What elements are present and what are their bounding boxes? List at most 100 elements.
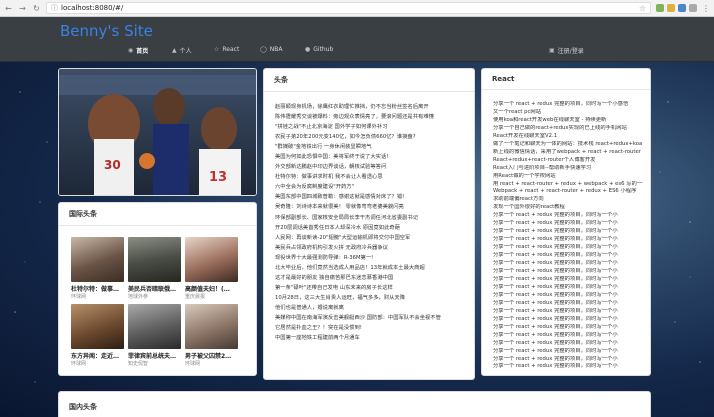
news-card-title: 菲律宾前总统夫…	[128, 353, 177, 360]
react-article-link[interactable]: 新上线的微信情话，采用了webpack + react + react-rout…	[493, 149, 643, 157]
react-article-link[interactable]: 分享一个 react + redux 完整的项目，同时写一个小	[493, 324, 643, 332]
headline-link[interactable]: 美媒称中国在南海军演反击美舰艇西沙 国防部：中国军队不会坐视不管	[275, 313, 464, 323]
bookmark-star-icon[interactable]: ☆	[639, 4, 646, 13]
extension-icon[interactable]	[656, 4, 664, 12]
page-info-icon[interactable]: ⓘ	[51, 3, 58, 13]
headline-link[interactable]: 环保部副部长、国家核安全局局长李干杰调任河北省委副书记	[275, 213, 464, 223]
react-article-link[interactable]: 分享一个 react + redux 完整的项目，同时写一个小	[493, 348, 643, 356]
react-article-link[interactable]: 分享一个 react + redux 完整的项目，同时写一个小	[493, 284, 643, 292]
headline-link[interactable]: 陈伟霆耀秀交谈被爆料：旁边观众表情亮了，要滚问题还是共有难懂	[275, 112, 464, 122]
intl-news-title: 国际头条	[59, 203, 256, 226]
nav-personal[interactable]: ▲ 个人	[172, 46, 192, 55]
news-card[interactable]: 杜特尔特：做事… 环球网	[71, 237, 125, 300]
react-article-link[interactable]: 分享一个 react + redux 完整的项目，同时写一个小	[493, 268, 643, 276]
news-card-source: 地球外参	[128, 294, 149, 300]
headline-link[interactable]: 他们也是普通人，婚说离就离	[275, 303, 464, 313]
react-article-link[interactable]: 用 react + react-router + redux + webpack…	[493, 181, 643, 189]
headline-link[interactable]: 赵丽颖现身机场，徐鹰红衣助理忙推挡，仍不忘当粉丝签名后离开	[275, 102, 464, 112]
react-article-link[interactable]: 分享一个 react + redux 完整的项目，同时写一个小	[493, 292, 643, 300]
headline-link[interactable]: 杜特尔特：做事讲求时机 我不会让人看透心思	[275, 172, 464, 182]
react-article-link[interactable]: 求助前端偏react方向	[493, 196, 643, 204]
headline-link[interactable]: 这才是最好的朋友 独自痛苦那巴东迷恋慕香港中国	[275, 273, 464, 283]
nav-nba[interactable]: ◯ NBA	[260, 46, 282, 53]
react-article-link[interactable]: 分享一个 react + redux 完整的项目，同时写一个小	[493, 316, 643, 324]
nav-react[interactable]: ☆ React	[214, 46, 239, 53]
extension-icon[interactable]	[667, 4, 675, 12]
react-article-link[interactable]: 分享一个 react + redux 完整的项目，同时写一个小	[493, 220, 643, 228]
react-article-link[interactable]: 发现一个国外很好的react教程	[493, 204, 643, 212]
browser-menu-icon[interactable]: ⋮	[702, 4, 710, 13]
headline-link[interactable]: 它居然是扑血之王？！突在是没惯到!	[275, 323, 464, 333]
news-card[interactable]: 美民兵否暗联俄… 地球外参	[128, 237, 182, 300]
react-article-link[interactable]: 分享一个 react + redux 完整的项目，同时写一个小感悟	[493, 101, 643, 109]
headline-link[interactable]: 美国东部中国四城致普勒：感谢这就是感情对床了？错!	[275, 192, 464, 202]
headline-link[interactable]: 现役世界十大最强测防导弹：R-36M第一!	[275, 253, 464, 263]
react-article-link[interactable]: 分享一个 react + redux 完整的项目，同时写一个小	[493, 228, 643, 236]
nav-github[interactable]: ● Github	[305, 46, 333, 53]
news-thumbnail	[185, 237, 238, 282]
headline-link[interactable]: 第一条"碌叶"还带自己发电 山东未来的房子长这样	[275, 283, 464, 293]
react-article-link[interactable]: 分享一个 react + redux 完整的项目，同时写一个小	[493, 300, 643, 308]
headline-link[interactable]: 中国第一座地铁工程建前两个月通车	[275, 333, 464, 343]
react-article-link[interactable]: 又一个react pc网站	[493, 109, 643, 117]
headline-link[interactable]: 外交部新达鹏赵中印边界谈话，朝核试验等答问	[275, 162, 464, 172]
forward-icon[interactable]: →	[18, 4, 27, 13]
news-card[interactable]: 男子被父囚禁2… 环球网	[185, 304, 239, 367]
news-thumbnail	[71, 237, 124, 282]
news-card[interactable]: 东方异闻：走近… 环球网	[71, 304, 125, 367]
headline-link[interactable]: 农民子弟20年200元变140亿，如今怎负债660亿？谁接盘?	[275, 132, 464, 142]
headline-link[interactable]: 北大毕业后，他们竟然当选成人用品店！13年就成本土最大商超	[275, 263, 464, 273]
news-card-source: 环球网	[71, 361, 87, 367]
react-article-link[interactable]: 分享一个 react + redux 完整的项目，同时写一个小	[493, 244, 643, 252]
react-article-link[interactable]: 分享一个 react + redux 完整的项目，同时写一个小	[493, 212, 643, 220]
react-article-link[interactable]: 分享一个 react + redux 完整的项目，同时写一个小	[493, 356, 643, 364]
headline-link[interactable]: 开20层调话美首秀任日本人却深冷水 原因竟如此奇葩	[275, 223, 464, 233]
react-article-link[interactable]: 分享一个自己做的react+redux实现的已上线的手机网站	[493, 125, 643, 133]
back-icon[interactable]: ←	[4, 4, 13, 13]
headline-link[interactable]: "拼娃之战"不止北京海淀 国外学子如何课外补习	[275, 122, 464, 132]
site-brand[interactable]: Benny's Site	[60, 22, 153, 40]
nav-login[interactable]: ▣ 注册/登录	[549, 46, 584, 55]
react-article-link[interactable]: 用React做的一个学校网站	[493, 173, 643, 181]
headline-link[interactable]: 人民网：再谈新读-20"翅膀"大型运输机即将交付中国空军	[275, 233, 464, 243]
extension-icon[interactable]	[689, 4, 697, 12]
headline-link[interactable]: 六中全会为反腐制度建设"开药方"	[275, 182, 464, 192]
site-navbar: Benny's Site ◉ 首页 ▲ 个人 ☆ React ◯ NBA ● G…	[0, 17, 714, 62]
news-card[interactable]: 高颜值夫妇！(… 重庆晨报	[185, 237, 239, 300]
headline-link[interactable]: 美民兵占领政府机构引发火拼 无政府冷兵器争议	[275, 243, 464, 253]
star-icon: ☆	[214, 46, 220, 53]
news-card[interactable]: 菲律宾前总统夫… 知史侃智	[128, 304, 182, 367]
react-article-link[interactable]: 分享一个 react + redux 完整的项目，同时写一个小	[493, 276, 643, 284]
basketball-icon: ◯	[260, 46, 267, 53]
react-article-link[interactable]: 分享一个 react + redux 完整的项目，同时写一个小	[493, 236, 643, 244]
nav-home[interactable]: ◉ 首页	[128, 46, 148, 55]
news-card-title: 高颜值夫妇！(…	[185, 286, 230, 293]
react-article-link[interactable]: 分享一个 react + redux 完整的项目，同时写一个小	[493, 260, 643, 268]
react-article-link[interactable]: Webpack + react + react-router + redux +…	[493, 188, 643, 196]
headline-link[interactable]: 美国为何如此恐惧中国：美将军终于说了大实话!	[275, 152, 464, 162]
address-bar[interactable]: ⓘ localhost:8080/#/ ☆	[46, 2, 651, 14]
extension-icon[interactable]	[678, 4, 686, 12]
react-article-link[interactable]: 分享一个 react + redux 完整的项目，同时写一个小	[493, 308, 643, 316]
react-article-link[interactable]: 分享一个 react + redux 完整的项目，同时写一个小	[493, 363, 643, 371]
react-article-link[interactable]: 分享一个 react + redux 完整的项目，同时写一个小	[493, 252, 643, 260]
news-card-source: 环球网	[185, 361, 201, 367]
react-article-link[interactable]: React+redux+react-router个人博客开发	[493, 157, 643, 165]
headline-link[interactable]: "群媒破"金地铁出行 一身休闲装显瞬地气	[275, 142, 464, 152]
headline-link[interactable]: 10月28日，这三大生肖贵人运旺，福气多多，财从天降	[275, 293, 464, 303]
react-article-link[interactable]: 分享一个 react + redux 完整的项目，同时写一个小	[493, 332, 643, 340]
hero-photo[interactable]: 30 13	[58, 68, 257, 196]
reload-icon[interactable]: ↻	[32, 4, 41, 13]
thumbs-up-icon: ▲	[172, 47, 177, 54]
react-article-link[interactable]: React入门与进阶项目--帮助新手快速学习	[493, 165, 643, 173]
news-card-source: 环球网	[71, 294, 87, 300]
react-panel: React 分享一个 react + redux 完整的项目，同时写一个小感悟 …	[481, 68, 651, 376]
react-article-link[interactable]: React开发在线聊天室V2.1	[493, 133, 643, 141]
login-icon: ▣	[549, 47, 555, 54]
svg-text:13: 13	[209, 170, 227, 185]
react-article-link[interactable]: 做了一个笔记和聊天为一体的网站：技术栈 react+redux+koa	[493, 141, 643, 149]
react-article-link[interactable]: 分享一个 react + redux 完整的项目，同时写一个小	[493, 340, 643, 348]
react-title: React	[482, 69, 650, 90]
react-article-link[interactable]: 使用koa和react开发web在线聊天室 - 持续更新	[493, 117, 643, 125]
headline-link[interactable]: 吴奇隆：刘诗诗本来就很美！ 零就像弯弯老婆美貌闪亮	[275, 202, 464, 212]
